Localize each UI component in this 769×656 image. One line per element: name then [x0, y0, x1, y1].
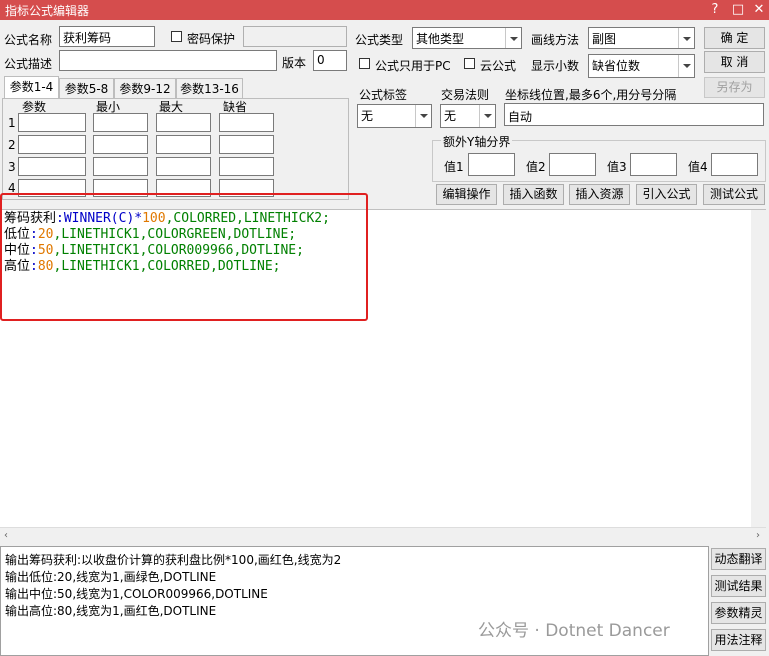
test-formula-button[interactable]: 测试公式 — [703, 184, 765, 205]
edit-ops-button[interactable]: 编辑操作 — [436, 184, 497, 205]
version-label: 版本 — [282, 56, 307, 70]
param-row-label: 3 — [8, 160, 16, 174]
param2-min-input[interactable] — [93, 135, 148, 154]
tab-params-9-12[interactable]: 参数9-12 — [114, 78, 176, 98]
trade-rule-label: 交易法则 — [441, 88, 490, 102]
formula-type-value: 其他类型 — [416, 32, 465, 46]
title-bar: 指标公式编辑器 ? □ ✕ — [0, 0, 769, 20]
draw-method-label: 画线方法 — [531, 33, 580, 47]
decimals-label: 显示小数 — [531, 59, 580, 73]
param1-name-input[interactable] — [18, 113, 86, 132]
y-value-4-label: 值4 — [688, 160, 708, 174]
coord-input[interactable]: 自动 — [504, 103, 764, 126]
cloud-label: 云公式 — [480, 59, 517, 73]
chevron-down-icon — [479, 105, 495, 127]
y-value-3-label: 值3 — [607, 160, 627, 174]
output-line: 输出中位:50,线宽为1,COLOR009966,DOTLINE — [5, 587, 268, 601]
formula-name-label: 公式名称 — [4, 33, 53, 47]
scroll-left-icon[interactable]: ‹ — [4, 530, 8, 541]
decimals-value: 缺省位数 — [592, 59, 641, 73]
param3-default-input[interactable] — [219, 157, 274, 176]
cloud-checkbox[interactable] — [464, 58, 475, 69]
draw-method-value: 副图 — [592, 32, 617, 46]
params-panel: 参数 最小 最大 缺省 1 2 3 4 — [2, 98, 349, 200]
draw-method-select[interactable]: 副图 — [588, 27, 695, 49]
param3-name-input[interactable] — [18, 157, 86, 176]
close-button[interactable]: ✕ — [748, 0, 769, 20]
output-line: 输出筹码获利:以收盘价计算的获利盘比例*100,画红色,线宽为2 — [5, 553, 342, 567]
test-result-button[interactable]: 测试结果 — [711, 575, 766, 597]
cancel-button[interactable]: 取 消 — [704, 51, 765, 73]
coord-label: 坐标线位置,最多6个,用分号分隔 — [505, 88, 677, 102]
save-as-button[interactable]: 另存为 — [704, 77, 765, 98]
formula-tag-value: 无 — [361, 109, 374, 123]
y-value-1-input[interactable] — [468, 153, 515, 176]
insert-resource-button[interactable]: 插入资源 — [569, 184, 630, 205]
chevron-down-icon — [678, 28, 694, 48]
pc-only-checkbox[interactable] — [359, 58, 370, 69]
insert-function-button[interactable]: 插入函数 — [503, 184, 564, 205]
tab-params-1-4[interactable]: 参数1-4 — [4, 76, 59, 99]
y-value-2-label: 值2 — [526, 160, 546, 174]
trade-rule-value: 无 — [444, 109, 457, 123]
chevron-down-icon — [415, 105, 431, 127]
param2-max-input[interactable] — [156, 135, 211, 154]
param-row-label: 1 — [8, 116, 16, 130]
tab-params-13-16[interactable]: 参数13-16 — [176, 78, 243, 98]
param1-default-input[interactable] — [219, 113, 274, 132]
formula-tag-select[interactable]: 无 — [357, 104, 432, 128]
param3-min-input[interactable] — [93, 157, 148, 176]
password-label: 密码保护 — [187, 32, 236, 46]
maximize-button[interactable]: □ — [727, 0, 749, 20]
y-axis-group-label: 额外Y轴分界 — [441, 133, 513, 150]
param3-max-input[interactable] — [156, 157, 211, 176]
y-value-4-input[interactable] — [711, 153, 758, 176]
chevron-down-icon — [678, 55, 694, 77]
param-row-label: 2 — [8, 138, 16, 152]
param2-name-input[interactable] — [18, 135, 86, 154]
formula-type-label: 公式类型 — [355, 33, 404, 47]
pc-only-label: 公式只用于PC — [375, 59, 451, 73]
highlight-box — [0, 193, 368, 321]
password-checkbox[interactable] — [171, 31, 182, 42]
version-input[interactable]: 0 — [313, 50, 347, 71]
param-wizard-button[interactable]: 参数精灵 — [711, 602, 766, 624]
password-input[interactable] — [243, 26, 347, 47]
param2-default-input[interactable] — [219, 135, 274, 154]
watermark-text: 公众号 · Dotnet Dancer — [478, 621, 670, 641]
usage-notes-button[interactable]: 用法注释 — [711, 629, 766, 651]
formula-desc-label: 公式描述 — [4, 57, 53, 71]
trade-rule-select[interactable]: 无 — [440, 104, 496, 128]
import-formula-button[interactable]: 引入公式 — [636, 184, 697, 205]
scroll-right-icon[interactable]: › — [756, 530, 760, 541]
horizontal-scrollbar[interactable]: ‹ › — [0, 527, 766, 544]
dynamic-translate-button[interactable]: 动态翻译 — [711, 548, 766, 570]
y-value-1-label: 值1 — [444, 160, 464, 174]
output-line: 输出高位:80,线宽为1,画红色,DOTLINE — [5, 604, 217, 618]
formula-tag-label: 公式标签 — [359, 88, 408, 102]
help-button[interactable]: ? — [704, 0, 726, 20]
formula-desc-input[interactable] — [59, 50, 277, 71]
window-title: 指标公式编辑器 — [5, 4, 90, 18]
output-line: 输出低位:20,线宽为1,画绿色,DOTLINE — [5, 570, 217, 584]
decimals-select[interactable]: 缺省位数 — [588, 54, 695, 78]
formula-name-input[interactable]: 获利筹码 — [59, 26, 155, 47]
param1-max-input[interactable] — [156, 113, 211, 132]
chevron-down-icon — [505, 28, 521, 48]
tab-params-5-8[interactable]: 参数5-8 — [59, 78, 114, 98]
y-value-3-input[interactable] — [630, 153, 677, 176]
vertical-scrollbar[interactable] — [751, 210, 766, 527]
y-value-2-input[interactable] — [549, 153, 596, 176]
formula-type-select[interactable]: 其他类型 — [412, 27, 522, 49]
ok-button[interactable]: 确 定 — [704, 27, 765, 49]
param1-min-input[interactable] — [93, 113, 148, 132]
